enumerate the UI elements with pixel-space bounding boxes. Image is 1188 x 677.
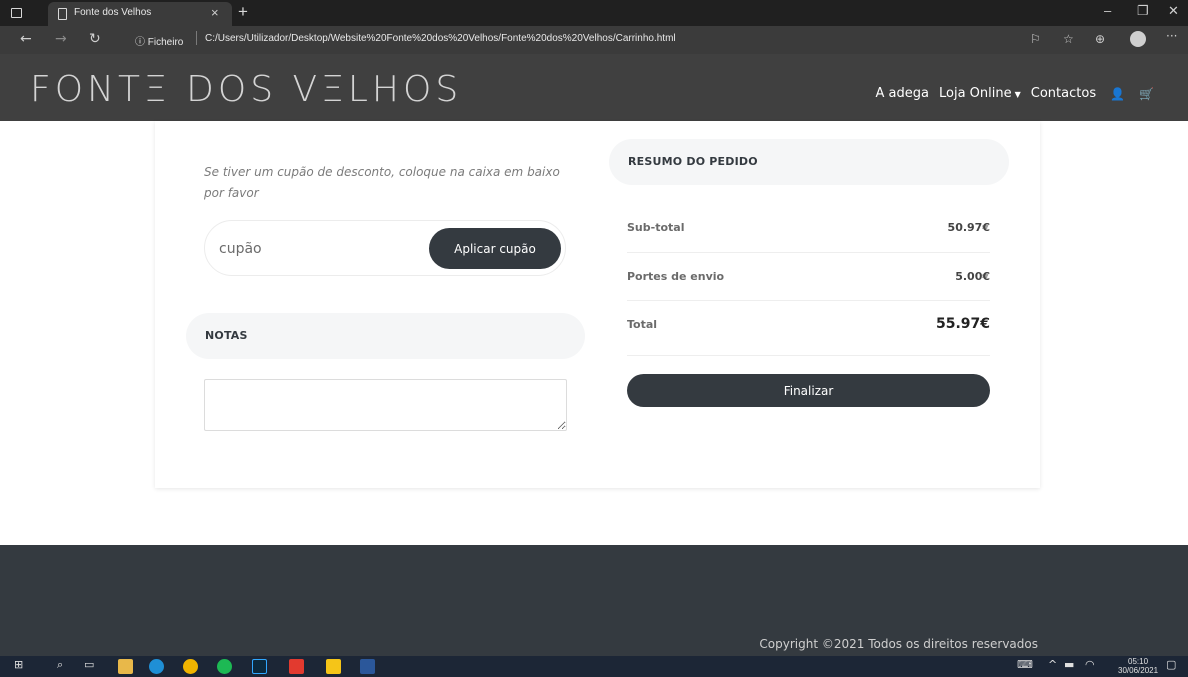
notes-header: NOTAS — [186, 313, 585, 359]
edge-icon[interactable] — [149, 659, 164, 674]
total-label: Total — [627, 318, 658, 331]
maximize-icon[interactable]: ❐ — [1137, 3, 1149, 19]
word-icon[interactable] — [360, 659, 375, 674]
chrome-icon[interactable] — [183, 659, 198, 674]
tab-close-icon[interactable]: × — [211, 5, 219, 20]
clock[interactable]: 05:10 30/06/2021 — [1118, 657, 1158, 675]
battery-icon[interactable]: ▬ — [1064, 658, 1074, 671]
site-header: FONTΞ DOS VΞLHOS A adega Loja Online ▼ Co… — [0, 54, 1188, 121]
nav-adega[interactable]: A adega — [876, 86, 929, 101]
url-input[interactable]: C:/Users/Utilizador/Desktop/Website%20Fo… — [205, 33, 676, 44]
order-summary-title: RESUMO DO PEDIDO — [628, 155, 758, 168]
page-icon — [58, 8, 67, 20]
notifications-icon[interactable]: ▢ — [1166, 658, 1176, 671]
notes-title: NOTAS — [205, 329, 248, 342]
chevron-up-icon[interactable]: ^ — [1048, 658, 1057, 671]
summary-row-total: Total 55.97€ — [627, 316, 990, 338]
nav-contactos[interactable]: Contactos — [1031, 86, 1096, 101]
total-value: 55.97€ — [935, 316, 990, 332]
user-icon[interactable]: 👤 — [1110, 87, 1125, 101]
site-info-label[interactable]: ⓘ Ficheiro — [135, 33, 183, 48]
photoshop-icon[interactable] — [252, 659, 267, 674]
minimize-icon[interactable]: – — [1104, 3, 1111, 18]
shipping-label: Portes de envio — [627, 270, 725, 283]
opera-icon[interactable] — [289, 659, 304, 674]
sticky-notes-icon[interactable] — [326, 659, 341, 674]
apply-coupon-button[interactable]: Aplicar cupão — [429, 228, 561, 269]
nav-loja-online[interactable]: Loja Online ▼ — [939, 86, 1021, 101]
shipping-value: 5.00€ — [955, 270, 990, 283]
order-summary-header: RESUMO DO PEDIDO — [609, 139, 1009, 185]
copyright-text: Copyright ©2021 Todos os direitos reserv… — [759, 637, 1038, 651]
caret-down-icon: ▼ — [1014, 90, 1021, 99]
refresh-icon[interactable]: ↻ — [89, 31, 101, 47]
subtotal-value: 50.97€ — [947, 221, 990, 234]
new-tab-icon[interactable]: + — [238, 2, 248, 22]
coupon-input[interactable] — [219, 237, 409, 261]
more-icon[interactable]: ··· — [1166, 29, 1177, 43]
wifi-icon[interactable]: ◠ — [1085, 658, 1095, 671]
spotify-icon[interactable] — [217, 659, 232, 674]
nav-loja-label: Loja Online — [939, 86, 1012, 101]
close-window-icon[interactable]: ✕ — [1168, 3, 1179, 19]
read-aloud-icon[interactable]: ⚐ — [1030, 32, 1041, 46]
notes-textarea[interactable] — [204, 379, 567, 431]
task-view-icon[interactable]: ▭ — [84, 658, 94, 671]
site-logo[interactable]: FONTΞ DOS VΞLHOS — [30, 72, 462, 108]
coupon-instruction: Se tiver um cupão de desconto, coloque n… — [204, 165, 560, 200]
browser-address-bar: ← → ↻ ⓘ Ficheiro C:/Users/Utilizador/Des… — [0, 26, 1188, 54]
back-icon[interactable]: ← — [20, 31, 32, 47]
favorites-icon[interactable]: ☆ — [1063, 32, 1074, 46]
file-explorer-icon[interactable] — [118, 659, 133, 674]
url-separator — [196, 31, 197, 45]
start-icon[interactable]: ⊞ — [14, 658, 23, 671]
search-icon[interactable]: ⌕ — [57, 658, 63, 672]
divider — [627, 355, 990, 356]
window-icon[interactable] — [11, 8, 22, 18]
divider — [627, 252, 990, 253]
cart-icon[interactable]: 🛒 — [1139, 87, 1154, 101]
divider — [627, 300, 990, 301]
coupon-form: Aplicar cupão — [204, 220, 566, 276]
tab-title: Fonte dos Velhos — [74, 7, 152, 18]
browser-tab-bar: Fonte dos Velhos × + – ❐ ✕ — [0, 0, 1188, 26]
site-footer: Copyright ©2021 Todos os direitos reserv… — [0, 545, 1188, 656]
main-nav: A adega Loja Online ▼ Contactos 👤 🛒 — [876, 86, 1154, 101]
collections-icon[interactable]: ⊕ — [1095, 32, 1105, 46]
profile-icon[interactable] — [1130, 31, 1146, 47]
forward-icon[interactable]: → — [55, 31, 67, 47]
subtotal-label: Sub-total — [627, 221, 685, 234]
summary-row-subtotal: Sub-total 50.97€ — [627, 221, 990, 241]
clock-time: 05:10 — [1128, 657, 1149, 666]
summary-row-shipping: Portes de envio 5.00€ — [627, 270, 990, 290]
windows-taskbar: ⊞ ⌕ ▭ ⌨ ^ ▬ ◠ 05:10 30/06/2021 ▢ — [0, 656, 1188, 677]
checkout-button[interactable]: Finalizar — [627, 374, 990, 407]
keyboard-icon[interactable]: ⌨ — [1017, 658, 1033, 671]
clock-date: 30/06/2021 — [1118, 666, 1159, 675]
browser-tab[interactable]: Fonte dos Velhos × — [48, 2, 232, 26]
